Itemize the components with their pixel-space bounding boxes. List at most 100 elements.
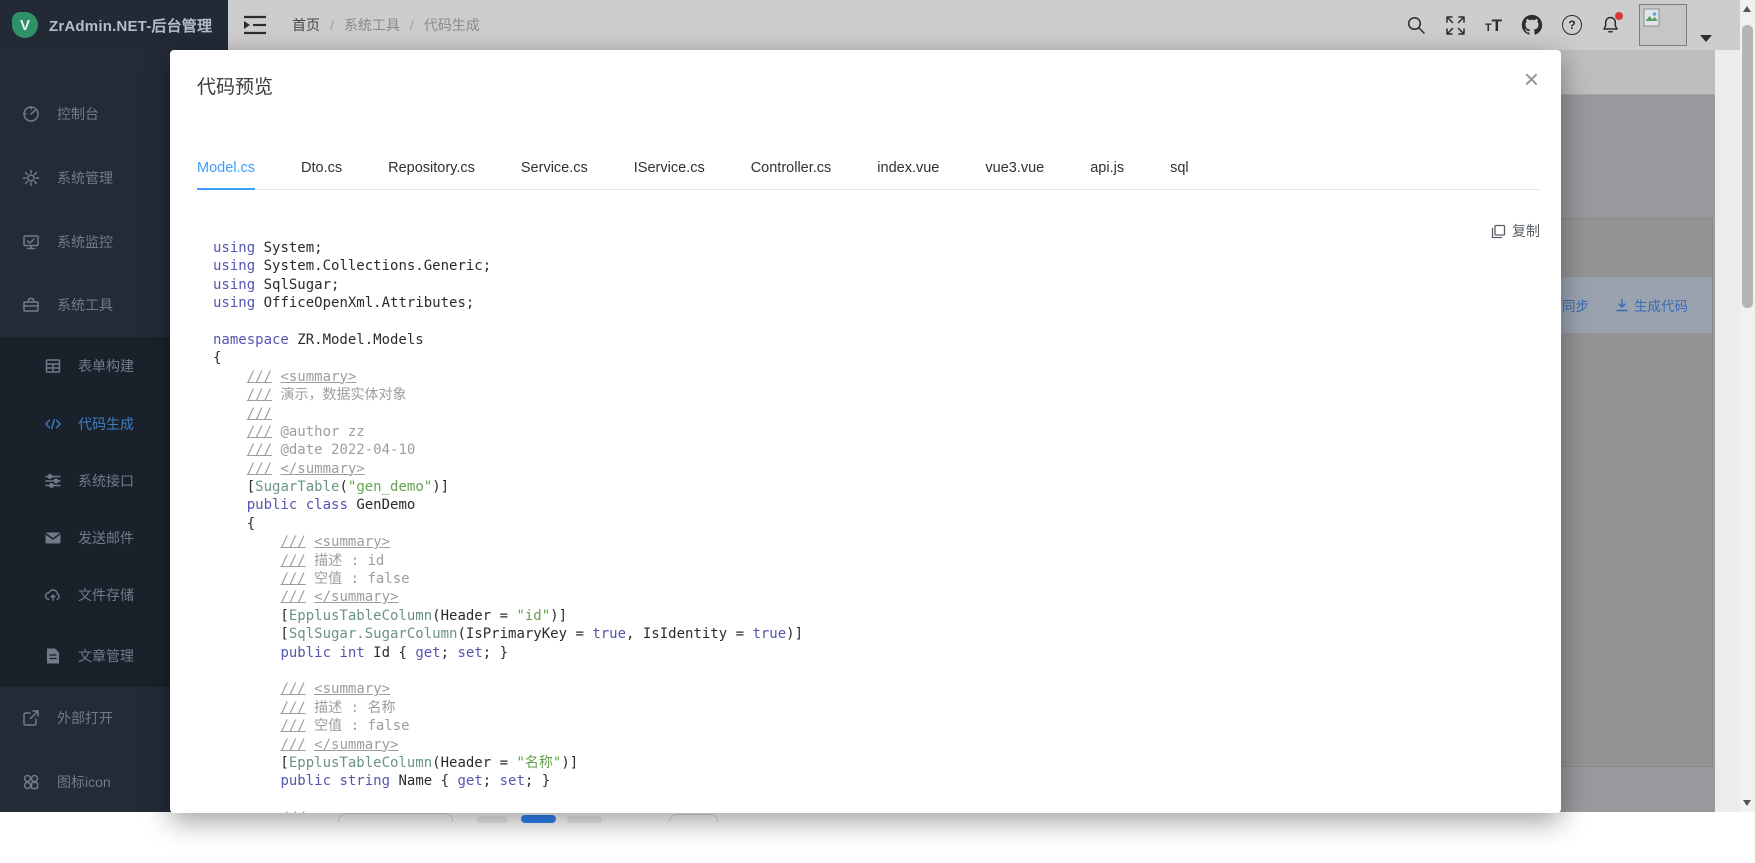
tab-dto-cs[interactable]: Dto.cs (301, 147, 342, 190)
code-line: /// </summary> (213, 588, 1541, 606)
tab-api-js[interactable]: api.js (1090, 147, 1124, 190)
tab-service-cs[interactable]: Service.cs (521, 147, 588, 190)
sidebar-item-label: 系统监控 (57, 232, 113, 252)
row-action-label: 同步 (1562, 295, 1589, 315)
breadcrumb-item[interactable]: 系统工具 (344, 15, 400, 35)
tab-controller-cs[interactable]: Controller.cs (751, 147, 832, 190)
breadcrumb-separator: / (410, 17, 414, 33)
form-builder-icon (44, 357, 62, 375)
mail-icon (44, 529, 62, 547)
download-icon (1615, 298, 1629, 312)
code-line: /// </summary> (213, 736, 1541, 754)
tab-index-vue[interactable]: index.vue (877, 147, 939, 190)
code-line: [EpplusTableColumn(Header = "id")] (213, 607, 1541, 625)
code-line: /// <summary> (213, 809, 1541, 813)
vertical-scrollbar[interactable] (1740, 0, 1755, 812)
sidebar-item-label: 系统接口 (78, 471, 134, 491)
code-line: public class GenDemo (213, 496, 1541, 514)
code-file-tabs: Model.cs Dto.cs Repository.cs Service.cs ISe… (197, 147, 1540, 190)
grid-icon (22, 773, 40, 791)
code-preview-dialog: 代码预览 × Model.cs Dto.cs Repository.cs Servic… (170, 50, 1561, 813)
sidebar-item-label: 表单构建 (78, 356, 134, 376)
code-line: [EpplusTableColumn(Header = "名称")] (213, 754, 1541, 772)
fullscreen-icon[interactable] (1445, 15, 1466, 36)
copy-icon (1491, 224, 1506, 239)
code-line: using System.Collections.Generic; (213, 257, 1541, 275)
breadcrumb-item[interactable]: 代码生成 (424, 15, 480, 35)
tab-sql[interactable]: sql (1170, 147, 1189, 190)
code-line (213, 313, 1541, 331)
sidebar-item-label: 系统管理 (57, 168, 113, 188)
code-line: /// @date 2022-04-10 (213, 441, 1541, 459)
code-block: using System;using System.Collections.Ge… (213, 239, 1541, 813)
dialog-title: 代码预览 (197, 72, 273, 99)
notification-badge (1615, 12, 1623, 20)
code-line: [SugarTable("gen_demo")] (213, 478, 1541, 496)
sidebar-item-label: 图标icon (57, 772, 111, 792)
app-title: ZrAdmin.NET-后台管理 (49, 15, 212, 36)
page-right-gutter (1715, 50, 1740, 812)
avatar[interactable] (1639, 4, 1687, 46)
code-line: /// 描述 : id (213, 552, 1541, 570)
sliders-icon (44, 472, 62, 490)
tab-model-cs[interactable]: Model.cs (197, 147, 255, 190)
sidebar-item-label: 文件存储 (78, 585, 134, 605)
code-line: public string Name { get; set; } (213, 772, 1541, 790)
code-line: /// <summary> (213, 533, 1541, 551)
code-line: /// 空值 : false (213, 717, 1541, 735)
tab-vue3-vue[interactable]: vue3.vue (985, 147, 1044, 190)
scrollbar-thumb[interactable] (1742, 25, 1753, 308)
code-line: { (213, 349, 1541, 367)
code-line: /// <summary> (213, 680, 1541, 698)
code-line: [SqlSugar.SugarColumn(IsPrimaryKey = tru… (213, 625, 1541, 643)
close-icon[interactable]: × (1524, 66, 1539, 92)
code-line: /// 演示，数据实体对象 (213, 386, 1541, 404)
code-line: { (213, 515, 1541, 533)
gear-icon (22, 169, 40, 187)
chevron-down-icon[interactable] (1700, 35, 1712, 42)
sidebar-item-label: 文章管理 (78, 646, 134, 666)
pagination-current-page[interactable] (521, 815, 556, 823)
code-line (213, 791, 1541, 809)
document-icon (44, 647, 62, 665)
sidebar-collapse-icon[interactable] (243, 14, 267, 36)
code-icon (44, 415, 62, 433)
header-icon-bar: TT? (1406, 0, 1712, 50)
code-line: namespace ZR.Model.Models (213, 331, 1541, 349)
app-logo: V (12, 12, 38, 38)
sidebar-item-label: 发送邮件 (78, 528, 134, 548)
sidebar-item-label: 控制台 (57, 104, 99, 124)
tab-iservice-cs[interactable]: IService.cs (634, 147, 705, 190)
scrollbar-down-arrow[interactable] (1743, 800, 1751, 806)
monitor-icon (22, 233, 40, 251)
github-icon[interactable] (1521, 14, 1543, 36)
code-line (213, 662, 1541, 680)
pagination-prev-button[interactable] (477, 816, 508, 823)
code-line: /// <summary> (213, 368, 1541, 386)
sidebar-item-label: 代码生成 (78, 414, 134, 434)
pagination-jump-input[interactable] (669, 814, 718, 822)
bell-icon[interactable] (1601, 15, 1620, 35)
help-icon[interactable]: ? (1562, 15, 1582, 35)
breadcrumb-separator: / (330, 17, 334, 33)
copy-label: 复制 (1512, 221, 1540, 241)
code-line: /// 空值 : false (213, 570, 1541, 588)
tab-repository-cs[interactable]: Repository.cs (388, 147, 475, 190)
breadcrumb: 首页 / 系统工具 / 代码生成 (292, 0, 480, 50)
code-line: public int Id { get; set; } (213, 644, 1541, 662)
breadcrumb-item[interactable]: 首页 (292, 15, 320, 35)
code-line: using System; (213, 239, 1541, 257)
row-action-label: 生成代码 (1634, 295, 1688, 315)
search-icon[interactable] (1406, 15, 1426, 35)
app-logo-area[interactable]: V ZrAdmin.NET-后台管理 (0, 0, 228, 50)
dashboard-icon (22, 105, 40, 123)
font-size-icon[interactable]: TT (1485, 17, 1502, 34)
pagination-next-button[interactable] (567, 816, 602, 823)
sidebar-item-label: 系统工具 (57, 295, 113, 315)
code-line: /// (213, 405, 1541, 423)
scrollbar-up-arrow[interactable] (1743, 6, 1751, 12)
generate-code-row-button[interactable]: 生成代码 (1615, 295, 1688, 315)
logo-letter: V (20, 17, 30, 34)
pagination-size-select[interactable] (338, 813, 453, 822)
top-header: 首页 / 系统工具 / 代码生成 TT? (0, 0, 1740, 50)
